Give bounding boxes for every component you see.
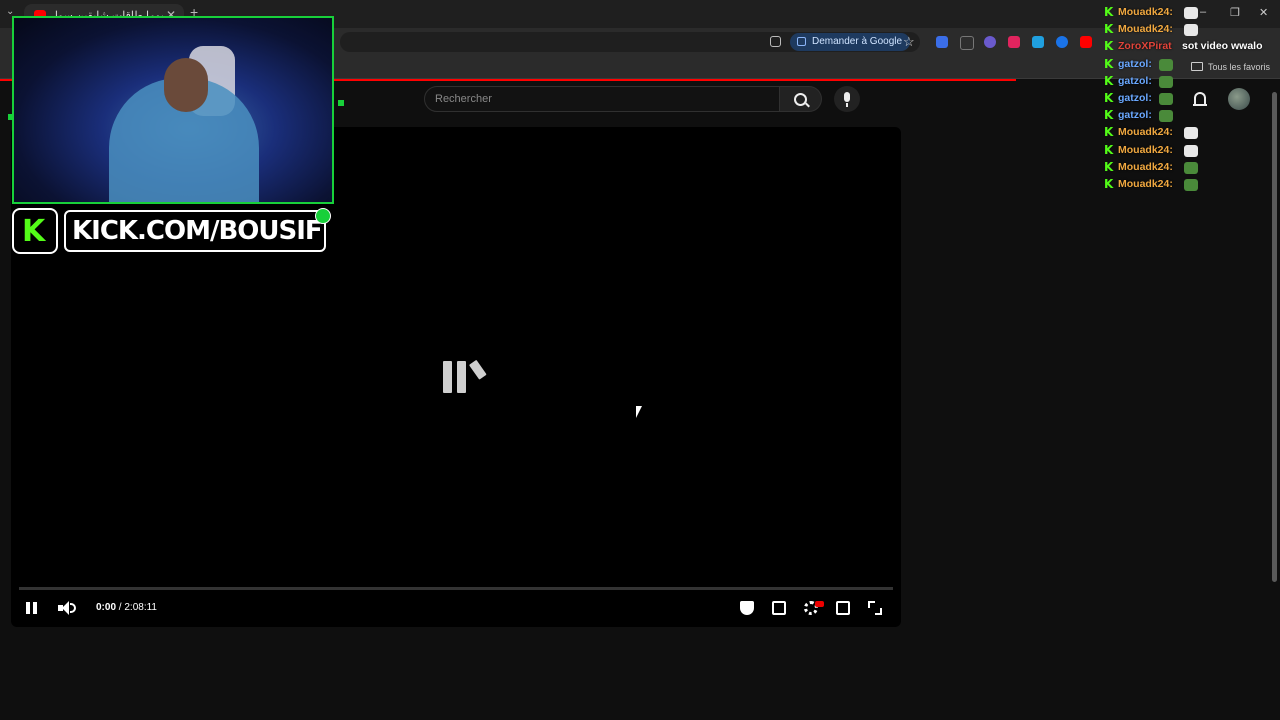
chat-username: Mouadk24:	[1118, 160, 1173, 173]
chat-username: Mouadk24:	[1118, 177, 1173, 190]
kick-channel-badge: KICK.COM/BOUSIF	[12, 208, 331, 256]
page-scrollbar[interactable]	[1272, 92, 1277, 582]
ghost-emote-icon	[1184, 7, 1198, 19]
chat-username: gatzol:	[1118, 91, 1152, 104]
live-chat-overlay: Mouadk24: Mouadk24: ZoroXPirat sot video ww…	[1104, 5, 1280, 194]
kick-badge-icon	[1104, 125, 1114, 139]
subtitles-icon[interactable]	[772, 601, 786, 615]
voice-search-button[interactable]	[834, 86, 860, 112]
time-display: 0:00 / 2:08:11	[96, 602, 157, 613]
kick-url: KICK.COM/BOUSIF	[64, 210, 326, 252]
search-button[interactable]	[780, 86, 822, 112]
adblock-shield-icon[interactable]	[740, 601, 754, 615]
chat-text: sot video wwalo	[1182, 40, 1263, 53]
hd-badge	[815, 601, 824, 607]
chat-username: Mouadk24:	[1118, 6, 1173, 18]
chat-message: Mouadk24:	[1104, 160, 1280, 177]
chat-message: Mouadk24:	[1104, 125, 1280, 142]
extension-icon[interactable]	[1032, 36, 1044, 48]
kick-badge-icon	[1104, 39, 1114, 53]
chat-username: gatzol:	[1118, 57, 1152, 70]
extension-icon[interactable]	[984, 36, 996, 48]
install-app-icon[interactable]	[770, 36, 781, 47]
volume-icon[interactable]	[58, 600, 76, 616]
kick-badge-icon	[1104, 91, 1114, 105]
kick-badge-icon	[1104, 57, 1114, 71]
chat-message: Mouadk24:	[1104, 143, 1280, 160]
kick-badge-icon	[1104, 22, 1114, 36]
ghost-emote-icon	[1184, 144, 1198, 157]
chat-username: ZoroXPirat	[1118, 40, 1172, 53]
kick-logo-icon	[12, 208, 58, 254]
chat-username: Mouadk24:	[1118, 126, 1173, 139]
ask-google-button[interactable]: Demander à Google	[790, 33, 911, 51]
kick-badge-icon	[1104, 108, 1114, 122]
chat-username: Mouadk24:	[1118, 143, 1173, 156]
chat-username: gatzol:	[1118, 109, 1152, 122]
extension-icon[interactable]	[960, 36, 974, 50]
chat-message: Mouadk24:	[1104, 177, 1280, 194]
pepe-emote-icon	[1159, 58, 1173, 71]
theater-mode-icon[interactable]	[836, 601, 850, 615]
bookmark-star-icon[interactable]: ☆	[903, 34, 915, 49]
kick-badge-icon	[1104, 74, 1114, 88]
pepe-emote-icon	[1184, 161, 1198, 174]
kick-badge-icon	[1104, 160, 1114, 174]
verified-icon	[315, 208, 331, 224]
pepe-emote-icon	[1159, 75, 1173, 88]
webcam-corner-mark	[338, 100, 344, 106]
extension-icon[interactable]	[1056, 36, 1068, 48]
video-progress-bar[interactable]	[19, 587, 893, 590]
chat-username: gatzol:	[1118, 74, 1152, 87]
webcam-corner-mark	[8, 114, 14, 120]
chat-message: gatzol:	[1104, 57, 1280, 74]
chat-username: Mouadk24:	[1118, 23, 1173, 36]
pepe-emote-icon	[1159, 92, 1173, 105]
pepe-emote-icon	[1159, 110, 1173, 123]
fullscreen-icon[interactable]	[868, 601, 882, 615]
chat-message: gatzol:	[1104, 74, 1280, 91]
chat-message: Mouadk24:	[1104, 5, 1280, 22]
pepe-emote-icon	[1184, 178, 1198, 191]
pause-icon[interactable]	[26, 600, 38, 616]
mouse-cursor-icon	[636, 406, 642, 418]
search-input[interactable]: Rechercher	[424, 86, 780, 112]
microphone-icon	[844, 92, 850, 107]
chat-message: gatzol:	[1104, 91, 1280, 108]
kick-badge-icon	[1104, 177, 1114, 191]
extension-icon[interactable]	[1008, 36, 1020, 48]
kick-badge-icon	[1104, 5, 1114, 19]
ghost-emote-icon	[1184, 24, 1198, 37]
chat-message: ZoroXPirat sot video wwalo	[1104, 39, 1280, 56]
extension-icon[interactable]	[936, 36, 948, 48]
ghost-emote-icon	[1184, 127, 1198, 140]
duration: 2:08:11	[124, 602, 157, 613]
current-time: 0:00	[96, 602, 117, 613]
kick-badge-icon	[1104, 143, 1114, 157]
chat-message: gatzol:	[1104, 108, 1280, 125]
chat-message: Mouadk24:	[1104, 22, 1280, 39]
search-icon	[794, 93, 807, 106]
streamer-webcam	[12, 16, 334, 204]
youtube-extension-icon[interactable]	[1080, 36, 1092, 48]
buffering-spinner	[443, 359, 487, 393]
